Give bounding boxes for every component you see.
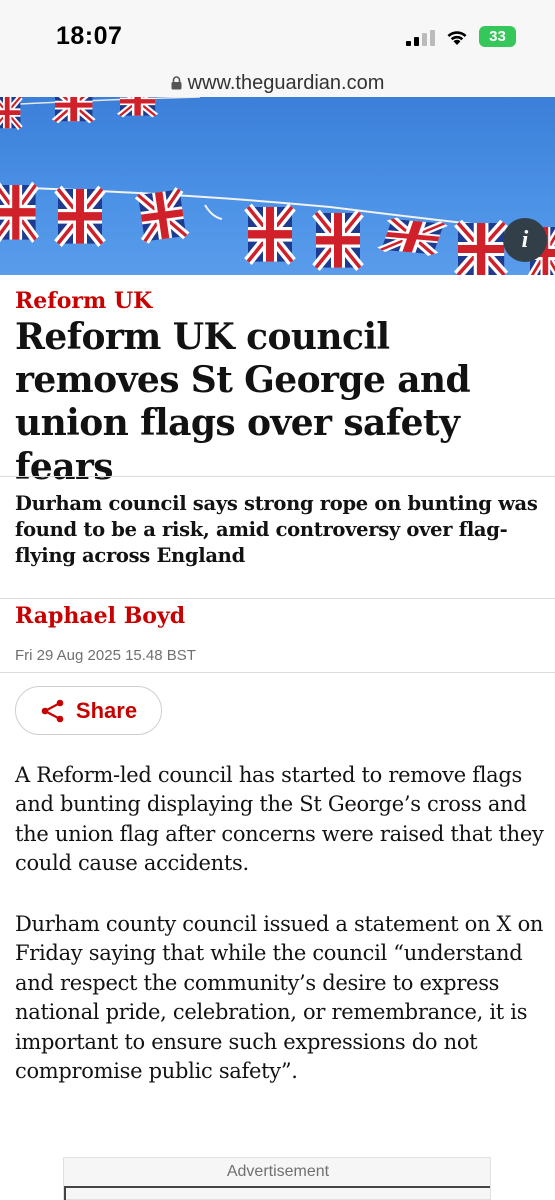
divider [0,672,555,673]
status-bar: 18:07 33 [0,0,555,66]
advertisement-frame [64,1186,490,1200]
status-time: 18:07 [56,22,123,50]
share-button[interactable]: Share [15,686,162,735]
share-icon [41,699,64,722]
hero-image [0,97,555,275]
image-caption-button[interactable]: i [503,218,547,262]
publish-date: Fri 29 Aug 2025 15.48 BST [15,647,196,664]
advertisement-label: Advertisement [226,1163,330,1180]
divider [0,598,555,599]
author-byline-link[interactable]: Raphael Boyd [15,603,185,629]
divider [0,476,555,477]
address-bar[interactable]: www.theguardian.com [0,66,555,100]
advertisement-slot[interactable]: Advertisement [63,1157,491,1200]
article-paragraph: A Reform-led council has started to remo… [15,763,544,876]
info-icon: i [521,226,529,253]
section-kicker-link[interactable]: Reform UK [15,288,152,314]
lock-icon [171,76,182,90]
article-headline: Reform UK council removes St George and … [15,316,471,488]
article-standfirst: Durham council says strong rope on bunti… [15,492,538,567]
bunting-illustration [0,97,555,275]
battery-indicator: 33 [479,26,516,47]
wifi-icon [447,31,467,45]
cellular-signal-icon [406,30,435,46]
share-label: Share [75,697,138,723]
article-paragraph: Durham county council issued a statement… [15,912,544,1083]
url-text: www.theguardian.com [187,71,385,94]
battery-level: 33 [489,28,506,45]
